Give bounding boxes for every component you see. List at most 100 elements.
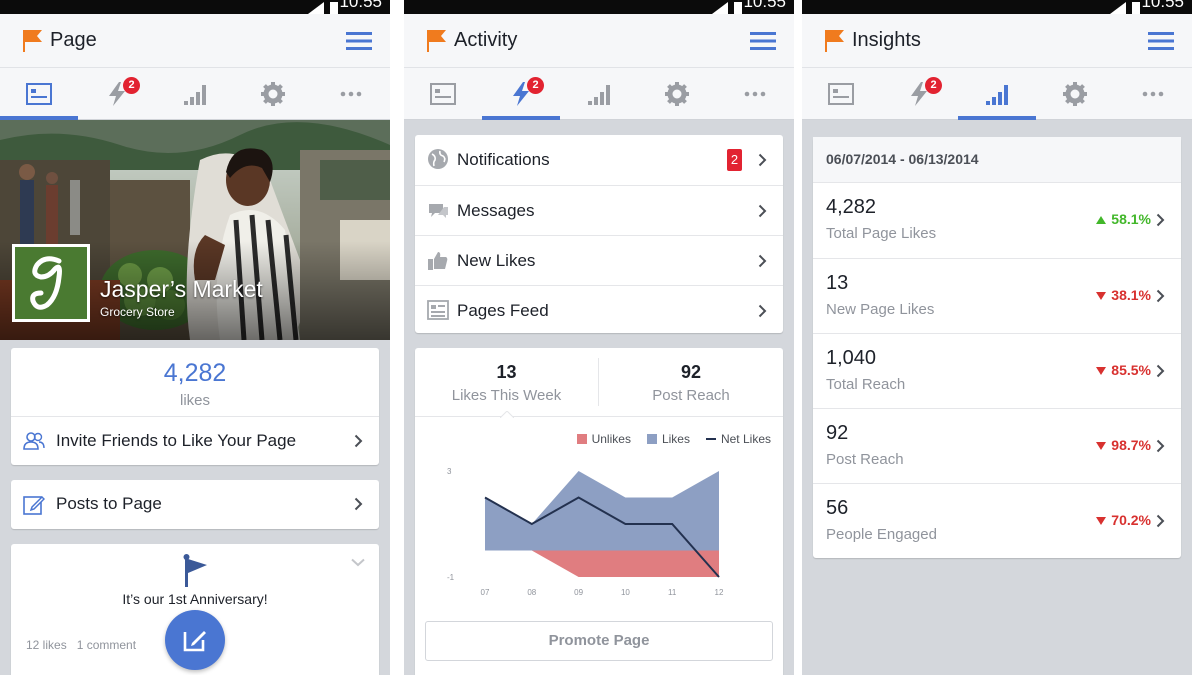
insight-row[interactable]: 92 Post Reach 98.7% <box>813 408 1181 483</box>
tab-activity[interactable]: 2 <box>880 68 958 119</box>
post-reach-value: 92 <box>680 362 702 382</box>
x-tick-label: 08 <box>527 588 536 597</box>
news-feed-icon <box>26 82 52 105</box>
likes-area-chart: 3 -1 07 08 09 10 11 12 <box>447 467 724 597</box>
insights-bars-icon <box>986 84 1008 105</box>
insight-row[interactable]: 56 People Engaged 70.2% <box>813 483 1181 558</box>
insight-row[interactable]: 1,040 Total Reach 85.5% <box>813 333 1181 408</box>
page-title: Insights <box>852 29 921 51</box>
messages-row[interactable]: Messages <box>415 185 783 235</box>
likes-stats-card: 13 Likes This Week 92 Post Reach Unlikes… <box>415 348 783 675</box>
invite-friends-row[interactable]: Invite Friends to Like Your Page <box>11 416 379 465</box>
tab-page[interactable] <box>404 68 482 119</box>
trend-down-icon <box>1096 367 1107 375</box>
tab-activity[interactable]: 2 <box>78 68 156 119</box>
activity-badge: 2 <box>527 77 544 94</box>
tab-more[interactable] <box>1114 68 1192 119</box>
date-range-header[interactable]: 06/07/2014 - 06/13/2014 <box>813 137 1181 183</box>
activity-screen: 10:55 Activity 2 Notifications 2 Message… <box>404 0 794 675</box>
tab-settings[interactable] <box>1036 68 1114 119</box>
legend-likes: Likes <box>646 432 690 446</box>
tab-activity[interactable]: 2 <box>482 68 560 120</box>
globe-icon <box>428 149 448 169</box>
tab-insights[interactable] <box>156 68 234 119</box>
insight-label: People Engaged <box>826 526 937 543</box>
post-text: It’s our 1st Anniversary! <box>122 591 268 607</box>
insights-bars-icon <box>588 84 610 105</box>
page-title: Page <box>50 29 97 51</box>
tab-bar: 2 <box>802 68 1192 120</box>
promote-page-button[interactable]: Promote Page <box>425 621 773 661</box>
messages-label: Messages <box>457 201 535 220</box>
date-range: 06/07/2014 - 06/13/2014 <box>826 151 979 167</box>
likes-this-week-label: Likes This Week <box>451 387 562 404</box>
posts-to-page-row[interactable]: Posts to Page <box>11 480 379 529</box>
legend-label-likes: Likes <box>661 432 690 446</box>
chevron-right-icon <box>354 497 363 511</box>
insight-value: 92 <box>826 422 849 444</box>
tab-insights[interactable] <box>560 68 638 119</box>
hamburger-menu-icon[interactable] <box>346 31 372 51</box>
insight-change-value: 38.1% <box>1111 287 1151 303</box>
anniversary-flag-icon <box>183 554 207 587</box>
flag-icon <box>825 30 844 52</box>
tab-page[interactable] <box>802 68 880 119</box>
tab-more[interactable] <box>312 68 390 119</box>
likes-count: 4,282 <box>163 359 227 387</box>
new-likes-row[interactable]: New Likes <box>415 235 783 285</box>
insights-card: 06/07/2014 - 06/13/2014 4,282 Total Page … <box>813 137 1181 558</box>
trend-up-icon <box>1096 216 1107 224</box>
chevron-right-icon <box>758 254 767 268</box>
chevron-right-icon <box>1156 213 1165 227</box>
gear-icon <box>1063 81 1087 106</box>
insight-change-value: 98.7% <box>1111 437 1151 453</box>
hamburger-menu-icon[interactable] <box>1148 31 1174 51</box>
x-tick-label: 12 <box>715 588 724 597</box>
insight-row[interactable]: 13 New Page Likes 38.1% <box>813 258 1181 333</box>
legend-swatch-unlikes <box>576 434 587 444</box>
activity-badge: 2 <box>925 77 942 94</box>
legend-net-likes: Net Likes <box>705 432 771 446</box>
status-time: 10:55 <box>339 0 382 11</box>
y-tick-label: -1 <box>447 573 455 582</box>
tab-insights[interactable] <box>958 68 1036 120</box>
chevron-down-icon[interactable] <box>351 558 365 567</box>
unlikes-area <box>485 550 719 577</box>
invite-friends-label: Invite Friends to Like Your Page <box>56 431 297 450</box>
status-time: 10:55 <box>1141 0 1184 11</box>
feed-list-icon <box>427 300 449 320</box>
insight-label: Post Reach <box>826 451 904 468</box>
cover-photo[interactable]: Jasper’s Market Grocery Store <box>0 120 390 340</box>
compose-fab-button[interactable] <box>165 610 225 670</box>
tab-bar: 2 <box>0 68 390 120</box>
status-bar: 10:55 <box>0 0 390 14</box>
insight-change: 70.2% <box>1096 512 1151 528</box>
insight-row[interactable]: 4,282 Total Page Likes 58.1% <box>813 183 1181 258</box>
jaspers-logo <box>15 247 87 319</box>
chevron-right-icon <box>758 204 767 218</box>
page-logo[interactable] <box>12 244 90 322</box>
gear-icon <box>665 81 689 106</box>
tab-page[interactable] <box>0 68 78 120</box>
tab-settings[interactable] <box>638 68 716 119</box>
battery-icon <box>734 2 742 14</box>
likes-card: 4,282 likes Invite Friends to Like Your … <box>11 348 379 465</box>
pages-feed-row[interactable]: Pages Feed <box>415 285 783 335</box>
insight-value: 4,282 <box>826 196 877 218</box>
notifications-row[interactable]: Notifications 2 <box>415 135 783 185</box>
chevron-right-icon <box>758 304 767 318</box>
screenshot: 10:55 Page 2 Jasper’s Market Grocery Sto… <box>0 0 1200 675</box>
tab-more[interactable] <box>716 68 794 119</box>
new-likes-label: New Likes <box>457 251 536 270</box>
posts-to-page-label: Posts to Page <box>56 494 162 513</box>
insight-label: Total Reach <box>826 376 906 393</box>
more-dots-icon <box>744 91 766 96</box>
trend-down-icon <box>1096 442 1107 450</box>
x-tick-label: 10 <box>621 588 630 597</box>
insights-bars-icon <box>184 84 206 105</box>
insight-label: New Page Likes <box>826 301 935 318</box>
hamburger-menu-icon[interactable] <box>750 31 776 51</box>
tab-settings[interactable] <box>234 68 312 119</box>
post-reach-label: Post Reach <box>652 387 730 404</box>
signal-icon <box>712 2 728 14</box>
